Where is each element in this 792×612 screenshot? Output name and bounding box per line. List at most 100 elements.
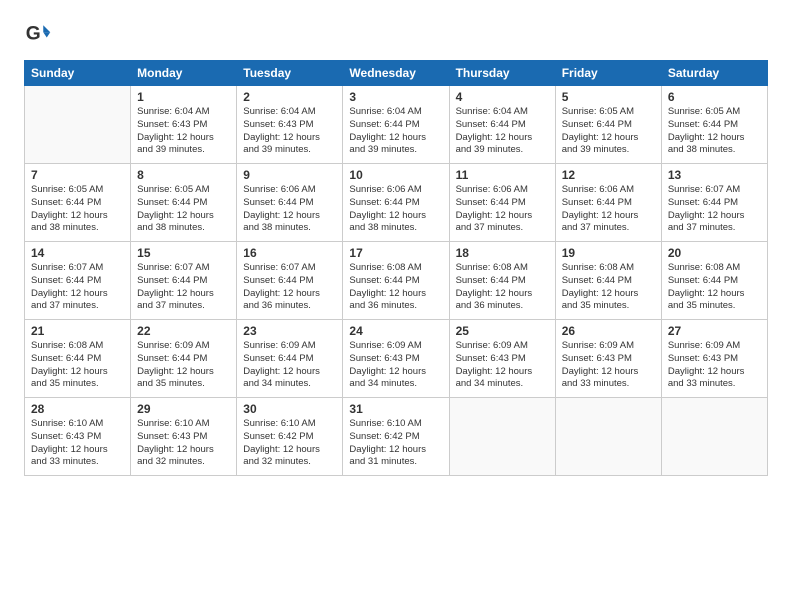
calendar-cell: 6 Sunrise: 6:05 AM Sunset: 6:44 PM Daylig… [661, 86, 767, 164]
day-number: 3 [349, 90, 442, 104]
calendar-cell: 31 Sunrise: 6:10 AM Sunset: 6:42 PM Dayli… [343, 398, 449, 476]
calendar-cell [555, 398, 661, 476]
calendar-cell: 13Sunrise: 6:07 AM Sunset: 6:44 PM Dayli… [661, 164, 767, 242]
calendar-cell: 26 Sunrise: 6:09 AM Sunset: 6:43 PM Dayli… [555, 320, 661, 398]
calendar-week-row: 14 Sunrise: 6:07 AM Sunset: 6:44 PM Dayli… [25, 242, 768, 320]
day-info: Sunrise: 6:05 AM Sunset: 6:44 PM Dayligh… [31, 184, 124, 235]
day-number: 5 [562, 90, 655, 104]
day-number: 18 [456, 246, 549, 260]
weekday-header-monday: Monday [131, 61, 237, 86]
day-number: 30 [243, 402, 336, 416]
calendar-cell: 22 Sunrise: 6:09 AM Sunset: 6:44 PM Dayli… [131, 320, 237, 398]
calendar-cell: 10 Sunrise: 6:06 AM Sunset: 6:44 PM Dayli… [343, 164, 449, 242]
day-info: Sunrise: 6:04 AM Sunset: 6:43 PM Dayligh… [243, 106, 336, 157]
calendar-cell [449, 398, 555, 476]
calendar-cell: 3 Sunrise: 6:04 AM Sunset: 6:44 PM Daylig… [343, 86, 449, 164]
day-number: 25 [456, 324, 549, 338]
calendar-cell: 9 Sunrise: 6:06 AM Sunset: 6:44 PM Daylig… [237, 164, 343, 242]
day-number: 22 [137, 324, 230, 338]
day-info: Sunrise: 6:05 AM Sunset: 6:44 PM Dayligh… [562, 106, 655, 157]
day-info: Sunrise: 6:05 AM Sunset: 6:44 PM Dayligh… [668, 106, 761, 157]
calendar-cell: 5 Sunrise: 6:05 AM Sunset: 6:44 PM Daylig… [555, 86, 661, 164]
calendar-cell: 16 Sunrise: 6:07 AM Sunset: 6:44 PM Dayli… [237, 242, 343, 320]
calendar-cell: 27Sunrise: 6:09 AM Sunset: 6:43 PM Dayli… [661, 320, 767, 398]
calendar-week-row: 1 Sunrise: 6:04 AM Sunset: 6:43 PM Daylig… [25, 86, 768, 164]
day-info: Sunrise: 6:10 AM Sunset: 6:42 PM Dayligh… [243, 418, 336, 469]
day-number: 16 [243, 246, 336, 260]
day-number: 9 [243, 168, 336, 182]
weekday-header-wednesday: Wednesday [343, 61, 449, 86]
calendar-cell: 11Sunrise: 6:06 AM Sunset: 6:44 PM Dayli… [449, 164, 555, 242]
page: G SundayMondayTuesdayWednesdayThursdayFr… [0, 0, 792, 612]
logo-icon: G [24, 20, 52, 48]
calendar-cell: 24 Sunrise: 6:09 AM Sunset: 6:43 PM Dayli… [343, 320, 449, 398]
day-info: Sunrise: 6:07 AM Sunset: 6:44 PM Dayligh… [137, 262, 230, 313]
calendar-cell: 30 Sunrise: 6:10 AM Sunset: 6:42 PM Dayli… [237, 398, 343, 476]
day-info: Sunrise: 6:06 AM Sunset: 6:44 PM Dayligh… [562, 184, 655, 235]
calendar-cell [25, 86, 131, 164]
calendar-cell: 18 Sunrise: 6:08 AM Sunset: 6:44 PM Dayli… [449, 242, 555, 320]
calendar-week-row: 7Sunrise: 6:05 AM Sunset: 6:44 PM Daylig… [25, 164, 768, 242]
day-number: 4 [456, 90, 549, 104]
day-number: 2 [243, 90, 336, 104]
day-info: Sunrise: 6:09 AM Sunset: 6:44 PM Dayligh… [243, 340, 336, 391]
calendar-cell: 29 Sunrise: 6:10 AM Sunset: 6:43 PM Dayli… [131, 398, 237, 476]
day-info: Sunrise: 6:08 AM Sunset: 6:44 PM Dayligh… [349, 262, 442, 313]
calendar-cell [661, 398, 767, 476]
day-number: 26 [562, 324, 655, 338]
day-number: 15 [137, 246, 230, 260]
day-info: Sunrise: 6:10 AM Sunset: 6:43 PM Dayligh… [31, 418, 124, 469]
day-number: 29 [137, 402, 230, 416]
day-info: Sunrise: 6:04 AM Sunset: 6:43 PM Dayligh… [137, 106, 230, 157]
weekday-header-thursday: Thursday [449, 61, 555, 86]
day-number: 17 [349, 246, 442, 260]
calendar-cell: 12 Sunrise: 6:06 AM Sunset: 6:44 PM Dayli… [555, 164, 661, 242]
weekday-header-tuesday: Tuesday [237, 61, 343, 86]
day-info: Sunrise: 6:09 AM Sunset: 6:44 PM Dayligh… [137, 340, 230, 391]
day-number: 21 [31, 324, 124, 338]
calendar-cell: 23Sunrise: 6:09 AM Sunset: 6:44 PM Dayli… [237, 320, 343, 398]
calendar-cell: 28 Sunrise: 6:10 AM Sunset: 6:43 PM Dayli… [25, 398, 131, 476]
calendar-week-row: 21 Sunrise: 6:08 AM Sunset: 6:44 PM Dayli… [25, 320, 768, 398]
day-info: Sunrise: 6:06 AM Sunset: 6:44 PM Dayligh… [243, 184, 336, 235]
day-number: 12 [562, 168, 655, 182]
day-info: Sunrise: 6:10 AM Sunset: 6:42 PM Dayligh… [349, 418, 442, 469]
day-info: Sunrise: 6:08 AM Sunset: 6:44 PM Dayligh… [562, 262, 655, 313]
day-info: Sunrise: 6:10 AM Sunset: 6:43 PM Dayligh… [137, 418, 230, 469]
day-number: 31 [349, 402, 442, 416]
day-info: Sunrise: 6:08 AM Sunset: 6:44 PM Dayligh… [456, 262, 549, 313]
day-number: 27 [668, 324, 761, 338]
weekday-header-saturday: Saturday [661, 61, 767, 86]
day-info: Sunrise: 6:09 AM Sunset: 6:43 PM Dayligh… [349, 340, 442, 391]
day-number: 14 [31, 246, 124, 260]
day-info: Sunrise: 6:08 AM Sunset: 6:44 PM Dayligh… [668, 262, 761, 313]
calendar-cell: 1 Sunrise: 6:04 AM Sunset: 6:43 PM Daylig… [131, 86, 237, 164]
day-info: Sunrise: 6:09 AM Sunset: 6:43 PM Dayligh… [562, 340, 655, 391]
calendar-cell: 14 Sunrise: 6:07 AM Sunset: 6:44 PM Dayli… [25, 242, 131, 320]
calendar-week-row: 28 Sunrise: 6:10 AM Sunset: 6:43 PM Dayli… [25, 398, 768, 476]
day-number: 20 [668, 246, 761, 260]
logo: G [24, 20, 56, 48]
day-number: 28 [31, 402, 124, 416]
calendar-cell: 21 Sunrise: 6:08 AM Sunset: 6:44 PM Dayli… [25, 320, 131, 398]
day-number: 24 [349, 324, 442, 338]
day-info: Sunrise: 6:06 AM Sunset: 6:44 PM Dayligh… [349, 184, 442, 235]
calendar-cell: 7Sunrise: 6:05 AM Sunset: 6:44 PM Daylig… [25, 164, 131, 242]
calendar-cell: 20 Sunrise: 6:08 AM Sunset: 6:44 PM Dayli… [661, 242, 767, 320]
day-info: Sunrise: 6:05 AM Sunset: 6:44 PM Dayligh… [137, 184, 230, 235]
day-info: Sunrise: 6:08 AM Sunset: 6:44 PM Dayligh… [31, 340, 124, 391]
calendar-cell: 2 Sunrise: 6:04 AM Sunset: 6:43 PM Daylig… [237, 86, 343, 164]
day-info: Sunrise: 6:07 AM Sunset: 6:44 PM Dayligh… [243, 262, 336, 313]
svg-text:G: G [26, 23, 41, 44]
calendar-cell: 25Sunrise: 6:09 AM Sunset: 6:43 PM Dayli… [449, 320, 555, 398]
day-info: Sunrise: 6:04 AM Sunset: 6:44 PM Dayligh… [349, 106, 442, 157]
day-info: Sunrise: 6:07 AM Sunset: 6:44 PM Dayligh… [668, 184, 761, 235]
calendar-table: SundayMondayTuesdayWednesdayThursdayFrid… [24, 60, 768, 476]
day-number: 1 [137, 90, 230, 104]
calendar-cell: 8Sunrise: 6:05 AM Sunset: 6:44 PM Daylig… [131, 164, 237, 242]
day-info: Sunrise: 6:07 AM Sunset: 6:44 PM Dayligh… [31, 262, 124, 313]
day-info: Sunrise: 6:04 AM Sunset: 6:44 PM Dayligh… [456, 106, 549, 157]
day-number: 6 [668, 90, 761, 104]
day-number: 10 [349, 168, 442, 182]
header: G [24, 20, 768, 48]
